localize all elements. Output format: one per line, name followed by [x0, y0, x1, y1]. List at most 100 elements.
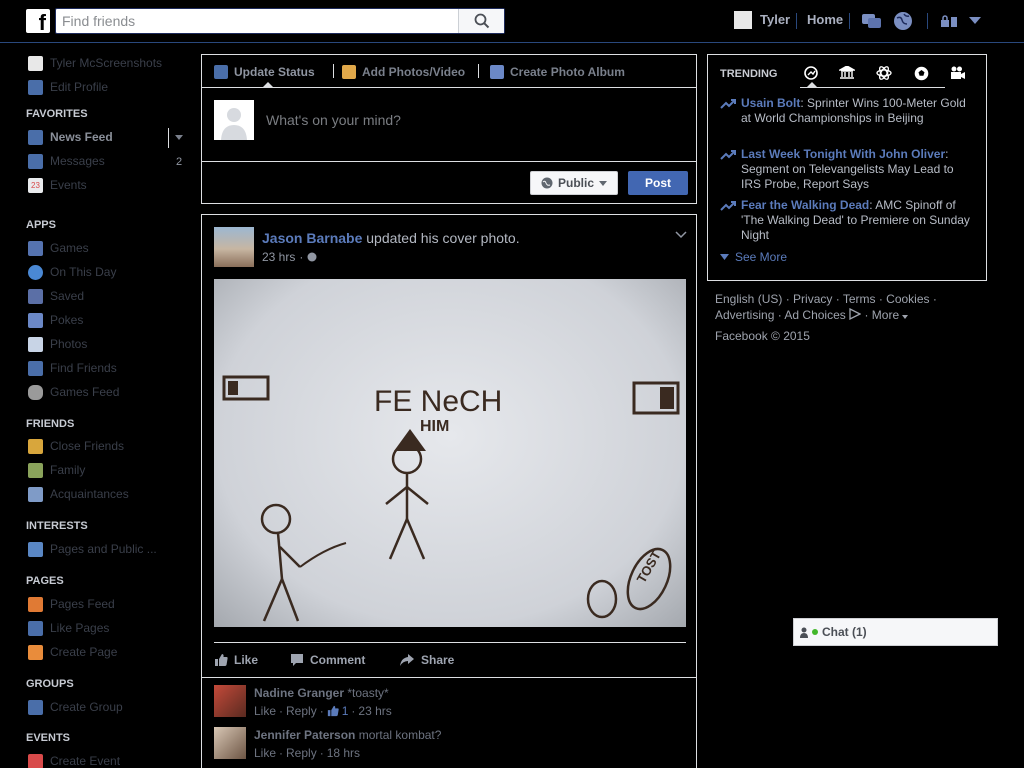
trending-item[interactable]: Usain Bolt: Sprinter Wins 100-Meter Gold…: [720, 96, 976, 126]
facebook-logo-icon[interactable]: f: [26, 9, 50, 33]
entertainment-icon[interactable]: [949, 64, 967, 82]
profile-link[interactable]: Tyler: [760, 12, 790, 27]
divider: [214, 642, 686, 643]
notifications-globe-icon[interactable]: [892, 11, 914, 31]
tab-create-album[interactable]: Create Photo Album: [490, 64, 625, 80]
section-groups: GROUPS: [26, 678, 74, 690]
search-input[interactable]: [62, 12, 452, 30]
tab-update-status[interactable]: Update Status: [214, 64, 315, 80]
author-avatar[interactable]: [214, 227, 254, 267]
top-trends-icon[interactable]: [802, 64, 820, 82]
politics-icon[interactable]: [838, 64, 856, 82]
comment-reply-link[interactable]: Reply: [286, 746, 317, 760]
photo-caption: HIM: [420, 418, 449, 435]
cover-photo[interactable]: FE NeCH HIM TOST: [214, 279, 686, 627]
account-dropdown-icon[interactable]: [964, 11, 986, 31]
author-name[interactable]: Jason Barnabe: [262, 230, 362, 246]
sidebar-item-label: Games Feed: [50, 385, 120, 399]
edit-profile-link[interactable]: Edit Profile: [28, 78, 108, 96]
family-icon: [28, 462, 43, 478]
sidebar-item-close-friends[interactable]: Close Friends: [28, 437, 124, 455]
sidebar-item-pages-feed[interactable]: Pages Feed: [28, 595, 115, 613]
story-meta: 23 hrs ·: [262, 250, 317, 264]
commenter-avatar[interactable]: [214, 685, 246, 717]
sidebar-item-messages[interactable]: Messages: [28, 152, 105, 170]
sidebar-item-on-this-day[interactable]: On This Day: [28, 263, 116, 281]
sidebar-item-pokes[interactable]: Pokes: [28, 311, 83, 329]
pencil-icon: [214, 65, 228, 79]
sidebar-item-create-page[interactable]: Create Page: [28, 643, 117, 661]
comment-button[interactable]: Comment: [290, 652, 365, 668]
comment-reply-link[interactable]: Reply: [286, 704, 317, 718]
share-button[interactable]: Share: [399, 652, 454, 668]
sidebar-item-create-event[interactable]: Create Event: [28, 752, 120, 768]
divider: [478, 64, 479, 78]
sidebar-item-acquaintances[interactable]: Acquaintances: [28, 485, 129, 503]
comment-icon: [291, 654, 303, 666]
like-pages-icon: [28, 620, 43, 636]
sidebar-item-family[interactable]: Family: [28, 461, 85, 479]
footer-link-privacy[interactable]: Privacy: [793, 292, 832, 306]
sidebar-item-label: Like Pages: [50, 621, 110, 635]
sidebar-item-saved[interactable]: Saved: [28, 287, 84, 305]
sidebar-item-pages-public[interactable]: Pages and Public ...: [28, 540, 157, 558]
commenter-name[interactable]: Nadine Granger: [254, 686, 344, 700]
sidebar-item-photos[interactable]: Photos: [28, 335, 87, 353]
divider: [202, 161, 696, 162]
science-icon[interactable]: [875, 64, 893, 82]
sidebar-item-events[interactable]: 23 Events: [28, 176, 87, 194]
close-friends-icon: [28, 438, 43, 454]
sidebar-item-label: Pages Feed: [50, 597, 115, 611]
sidebar-item-games-feed[interactable]: Games Feed: [28, 383, 119, 401]
like-button[interactable]: Like: [214, 652, 258, 668]
divider: [168, 128, 169, 148]
trending-topic[interactable]: Fear the Walking Dead: [741, 198, 869, 212]
like-icon: [327, 705, 339, 717]
footer-link-language[interactable]: English (US): [715, 292, 782, 306]
post-button[interactable]: Post: [628, 171, 688, 195]
privacy-lock-icon[interactable]: [938, 11, 960, 31]
see-more-link[interactable]: See More: [720, 250, 787, 264]
tab-add-photos[interactable]: Add Photos/Video: [342, 64, 465, 80]
trending-item[interactable]: Last Week Tonight With John Oliver: Segm…: [720, 147, 976, 192]
comment-like-link[interactable]: Like: [254, 746, 276, 760]
search-button[interactable]: [458, 9, 504, 33]
story-options-icon[interactable]: [674, 227, 688, 241]
status-input[interactable]: What's on your mind?: [266, 112, 401, 128]
trending-topic[interactable]: Last Week Tonight With John Oliver: [741, 147, 945, 161]
trending-topic[interactable]: Usain Bolt: [741, 96, 800, 110]
footer-link-cookies[interactable]: Cookies: [886, 292, 929, 306]
sidebar-item-news-feed[interactable]: News Feed: [28, 128, 113, 146]
rss-icon: [28, 541, 43, 557]
home-link[interactable]: Home: [807, 12, 843, 27]
online-status-dot: [812, 629, 818, 635]
footer-link-more[interactable]: More: [872, 308, 899, 322]
story-header: Jason Barnabe updated his cover photo.: [262, 230, 520, 246]
sports-icon[interactable]: [912, 64, 930, 82]
sidebar-item-games[interactable]: Games: [28, 239, 89, 257]
story-timestamp[interactable]: 23 hrs: [262, 250, 295, 264]
sidebar-item-create-group[interactable]: Create Group: [28, 698, 123, 716]
commenter-name[interactable]: Jennifer Paterson: [254, 728, 355, 742]
trending-item[interactable]: Fear the Walking Dead: AMC Spinoff of 'T…: [720, 198, 976, 243]
user-avatar[interactable]: [734, 11, 752, 29]
comment-timestamp[interactable]: 18 hrs: [327, 746, 360, 760]
sidebar-item-find-friends[interactable]: Find Friends: [28, 359, 117, 377]
comment-like-count[interactable]: 1: [342, 704, 349, 718]
friends-icon[interactable]: [861, 11, 883, 31]
comment-timestamp[interactable]: 23 hrs: [358, 704, 391, 718]
ad-choices-icon[interactable]: [849, 307, 862, 321]
active-tab-indicator: [262, 82, 274, 88]
footer-link-terms[interactable]: Terms: [843, 292, 876, 306]
profile-nav-item[interactable]: Tyler McScreenshots: [28, 54, 162, 72]
sidebar-item-like-pages[interactable]: Like Pages: [28, 619, 109, 637]
privacy-selector[interactable]: Public: [530, 171, 618, 195]
tab-label: Create Photo Album: [510, 65, 625, 79]
footer-link-ad-choices[interactable]: Ad Choices: [784, 308, 845, 322]
top-bar: f Tyler Home: [0, 0, 1024, 43]
comment-like-link[interactable]: Like: [254, 704, 276, 718]
footer-link-advertising[interactable]: Advertising: [715, 308, 774, 322]
commenter-avatar[interactable]: [214, 727, 246, 759]
news-feed-options-icon[interactable]: [175, 135, 183, 140]
chat-bar[interactable]: Chat (1): [793, 618, 998, 646]
